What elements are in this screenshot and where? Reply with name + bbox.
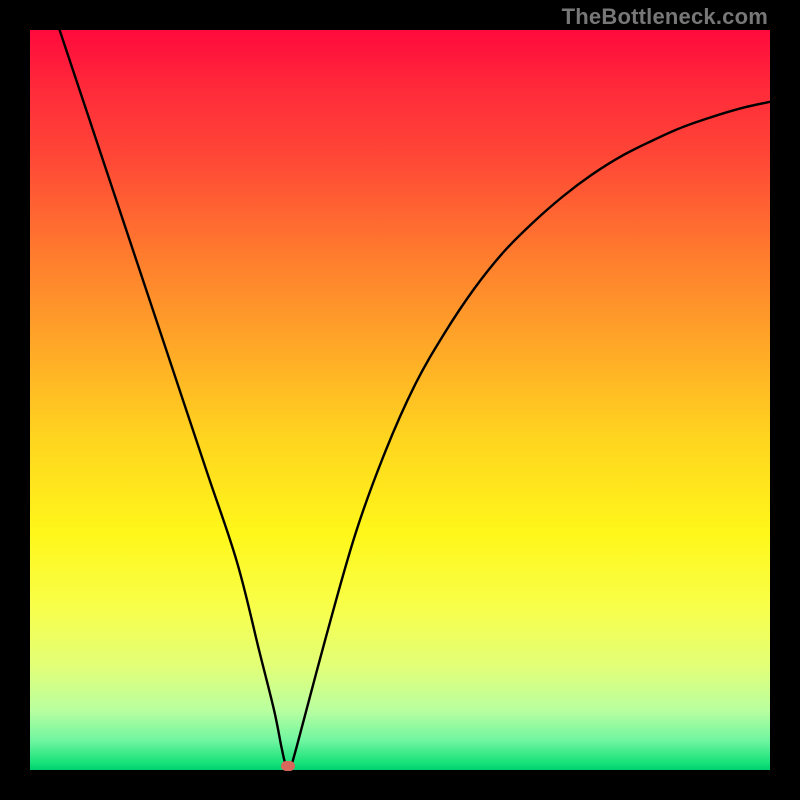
curve-layer: [30, 30, 770, 770]
plot-area: [30, 30, 770, 770]
bottleneck-curve: [60, 30, 770, 768]
chart-frame: TheBottleneck.com: [0, 0, 800, 800]
watermark-text: TheBottleneck.com: [562, 4, 768, 30]
minimum-marker: [281, 761, 295, 771]
